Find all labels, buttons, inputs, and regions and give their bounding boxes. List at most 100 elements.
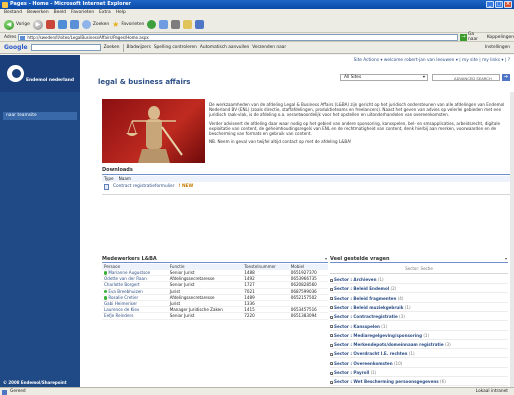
menu-help[interactable]: Help xyxy=(116,9,126,17)
menu-edit[interactable]: Bewerken xyxy=(27,9,49,17)
google-logo: Google xyxy=(4,44,28,51)
spellcheck-button[interactable]: Spelling controleren xyxy=(154,45,197,50)
scrollbar[interactable] xyxy=(510,92,514,387)
staff-mobiel: 0651383094 xyxy=(288,312,328,320)
page-content: Endemol nederland legal & business affai… xyxy=(0,55,514,387)
faq-group-count: (1) xyxy=(408,351,415,357)
menu-tools[interactable]: Extra xyxy=(99,9,111,17)
faq-group[interactable]: +Sector : Merkendepots/domeinnaam regist… xyxy=(330,340,508,350)
menu-file[interactable]: Bestand xyxy=(4,9,22,17)
expand-icon[interactable]: + xyxy=(330,278,334,282)
faq-group[interactable]: +Sector : Beleid fragmenten (4) xyxy=(330,294,508,303)
document-icon xyxy=(104,184,109,190)
expand-icon[interactable]: + xyxy=(330,343,334,347)
faq-group-count: (10) xyxy=(393,360,403,366)
faq-group-label: Sector : Contractregistratie xyxy=(334,314,398,320)
faq-filter[interactable]: Sector: Sectie xyxy=(330,264,508,274)
intro-note: NB. Neem in geval van twijfel altijd con… xyxy=(209,139,352,145)
search-go-icon[interactable]: ➔ xyxy=(502,74,510,81)
google-settings-button[interactable]: Instellingen xyxy=(485,45,510,50)
expand-icon[interactable]: + xyxy=(330,334,334,338)
maximize-button[interactable]: □ xyxy=(495,1,503,8)
presence-icon xyxy=(104,271,108,275)
column-type[interactable]: Type xyxy=(104,176,114,182)
faq-group-label: Sector : Beleid muziekgebruik xyxy=(334,304,404,310)
faq-group[interactable]: +Sector : Archieven (1) xyxy=(330,275,508,284)
faq-group-count: (3) xyxy=(444,342,451,348)
faq-group[interactable]: +Sector : Mediaregelgeving/sponsoring (1… xyxy=(330,331,508,340)
go-button[interactable]: → Ga naar xyxy=(460,32,485,42)
nav-item-teamsite[interactable]: naar teamsite xyxy=(3,112,77,120)
staff-name[interactable]: Eefje Reinders xyxy=(102,312,168,320)
faq-group[interactable]: +Sector : Overdracht I.E. rechten (1) xyxy=(330,349,508,359)
faq-group[interactable]: +Sector : Beleid muziekgebruik (1) xyxy=(330,303,508,312)
send-to-button[interactable]: Verzenden naar xyxy=(252,45,286,50)
expand-icon[interactable]: + xyxy=(330,325,334,329)
menu-favorites[interactable]: Favorieten xyxy=(71,9,94,17)
page-icon xyxy=(20,35,26,40)
address-input[interactable]: http://sweden/ll/sites/LegalBusinessAffa… xyxy=(18,33,459,41)
google-search-button[interactable]: Zoeken xyxy=(104,45,120,50)
chevron-down-icon: ▾ xyxy=(422,75,425,80)
faq-group-label: Sector : Beleid fragmenten xyxy=(334,295,397,301)
history-icon[interactable] xyxy=(147,20,157,29)
expand-icon[interactable]: + xyxy=(330,306,334,310)
site-actions-links[interactable]: Site Actions ▾ welcome robert-jan van le… xyxy=(354,58,510,63)
justice-statue-image xyxy=(102,99,205,163)
search-scope-select[interactable]: All Sites ▾ xyxy=(340,74,428,81)
menu-view[interactable]: Beeld xyxy=(54,9,66,17)
presence-icon xyxy=(104,289,108,294)
window-title: Pages - Home - Microsoft Internet Explor… xyxy=(10,1,131,7)
forward-button[interactable]: ▶ xyxy=(32,19,43,30)
security-zone: Lokaal intranet xyxy=(475,389,508,394)
faq-group[interactable]: +Sector : Contractregistratie (3) xyxy=(330,312,508,322)
downloads-columns: Type Naam xyxy=(102,176,514,182)
expand-icon[interactable]: + xyxy=(330,380,334,384)
folder-icon[interactable] xyxy=(183,20,193,29)
table-row: Eefje Reinders Senior Jurist 7220 065138309… xyxy=(102,312,328,320)
expand-icon[interactable]: + xyxy=(330,297,334,301)
new-badge: ! NEW xyxy=(178,184,194,189)
stop-icon[interactable] xyxy=(45,20,55,29)
advanced-search-link[interactable]: ADVANCED SEARCH xyxy=(454,76,492,81)
expand-icon[interactable]: + xyxy=(330,352,334,356)
back-arrow-icon: ◀ xyxy=(4,19,14,30)
faq-group[interactable]: +Sector : Wet Bescherming persoonsgegeve… xyxy=(330,377,508,387)
back-button[interactable]: ◀ Vorige xyxy=(4,19,30,30)
print-icon[interactable] xyxy=(171,20,181,29)
faq-group-label: Sector : Archieven xyxy=(334,277,377,282)
faq-group-count: (2) xyxy=(390,286,397,292)
table-row: Laurence de Kiev Manager Juridische Zaken… xyxy=(102,306,328,314)
bookmarks-button[interactable]: Bladwijzers xyxy=(127,45,151,50)
expand-icon[interactable]: + xyxy=(330,371,334,375)
close-button[interactable]: × xyxy=(504,1,512,8)
download-link[interactable]: Contract registratieformulier xyxy=(113,183,174,191)
webpart-menu-icon[interactable]: ▾ xyxy=(505,255,507,263)
faq-group-count: (6) xyxy=(440,379,446,385)
intro-section: De werkzaamheden van de afdeling Legal &… xyxy=(102,99,512,165)
site-title[interactable]: legal & business affairs xyxy=(98,78,190,86)
minimize-button[interactable]: _ xyxy=(486,1,494,8)
mail-icon[interactable] xyxy=(159,20,169,29)
autofill-button[interactable]: Automatisch aanvullen xyxy=(200,45,249,50)
google-search-input[interactable] xyxy=(30,44,101,51)
faq-group[interactable]: +Sector : Beleid Endemol (2) xyxy=(330,284,508,294)
links-button[interactable]: Koppelingen xyxy=(487,35,514,40)
messenger-icon[interactable] xyxy=(195,20,205,29)
home-icon[interactable] xyxy=(69,20,79,29)
faq-group[interactable]: +Sector : Payroll (1) xyxy=(330,368,508,377)
navigation-toolbar: ◀ Vorige ▶ Zoeken ★ Favorieten xyxy=(0,17,514,33)
search-button[interactable]: Zoeken xyxy=(81,20,109,29)
expand-icon[interactable]: + xyxy=(330,315,334,319)
column-name[interactable]: Naam xyxy=(119,176,131,182)
google-toolbar: Google Zoeken Bladwijzers Spelling contr… xyxy=(0,42,514,54)
webpart-menu-icon[interactable]: ▾ xyxy=(325,255,327,263)
faq-group-label: Sector : Kansspelen xyxy=(334,323,380,329)
presence-icon xyxy=(104,296,108,300)
faq-group[interactable]: +Sector : Overeenkomsten (10) xyxy=(330,359,508,368)
favorites-button[interactable]: ★ Favorieten xyxy=(112,20,144,29)
faq-group[interactable]: +Sector : Kansspelen (1) xyxy=(330,322,508,331)
expand-icon[interactable]: + xyxy=(330,287,334,291)
expand-icon[interactable]: + xyxy=(330,362,334,366)
refresh-icon[interactable] xyxy=(57,20,67,29)
